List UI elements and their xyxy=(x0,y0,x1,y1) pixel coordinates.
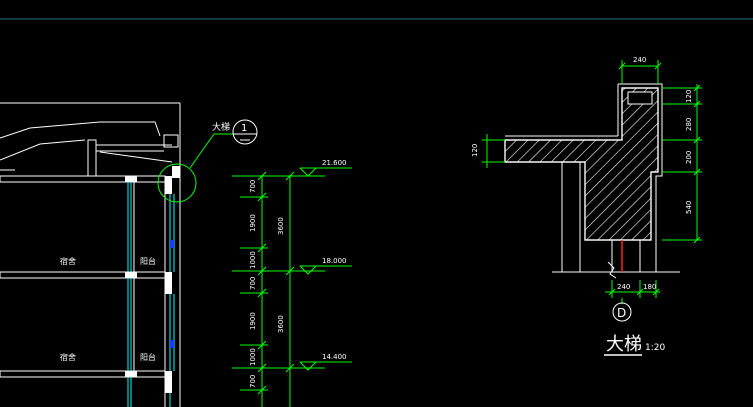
level-14400: 14.400 xyxy=(322,353,347,361)
dim-1900-b: 1900 xyxy=(249,312,257,330)
detail-title: 大梯 xyxy=(606,334,642,355)
dim-700-b: 700 xyxy=(249,277,257,290)
parapet-detail: 240 120 120 280 200 540 240 180 D 大梯 1:2… xyxy=(471,56,702,356)
detail-dim-right-280: 280 xyxy=(685,118,693,131)
building-section: 宿舍 阳台 宿舍 阳台 大梯 1 xyxy=(0,102,258,407)
room-label-balcony-1: 阳台 xyxy=(140,256,156,266)
detail-dim-slab: 120 xyxy=(471,144,479,157)
vertical-dimension-chain: 700 1900 1000 700 1900 1000 700 3600 360… xyxy=(232,159,352,407)
dim-1000-a: 1000 xyxy=(249,251,257,269)
room-label-dorm-2: 宿舍 xyxy=(60,352,76,362)
detail-dim-bottom-240: 240 xyxy=(617,283,630,291)
axis-label: D xyxy=(617,306,626,320)
detail-dim-top-width: 240 xyxy=(633,56,646,64)
detail-scale: 1:20 xyxy=(645,343,665,353)
dim-1900-a: 1900 xyxy=(249,214,257,232)
detail-dim-bottom-180: 180 xyxy=(643,283,656,291)
callout-label: 大梯 xyxy=(212,121,230,133)
level-18000: 18.000 xyxy=(322,257,347,265)
level-21600: 21.600 xyxy=(322,159,347,167)
dim-total-3600-b: 3600 xyxy=(277,315,285,333)
dim-total-3600-a: 3600 xyxy=(277,217,285,235)
detail-dim-right-120: 120 xyxy=(685,90,693,103)
room-label-dorm-1: 宿舍 xyxy=(60,256,76,266)
dim-700-c: 700 xyxy=(249,375,257,388)
dim-1000-b: 1000 xyxy=(249,348,257,366)
cad-drawing-canvas[interactable]: 宿舍 阳台 宿舍 阳台 大梯 1 700 1900 1000 700 1900 … xyxy=(0,0,753,407)
detail-dim-right-540: 540 xyxy=(685,201,693,214)
callout-number: 1 xyxy=(241,123,247,134)
room-label-balcony-2: 阳台 xyxy=(140,352,156,362)
detail-dim-right-200: 200 xyxy=(685,151,693,164)
dim-700-a: 700 xyxy=(249,180,257,193)
